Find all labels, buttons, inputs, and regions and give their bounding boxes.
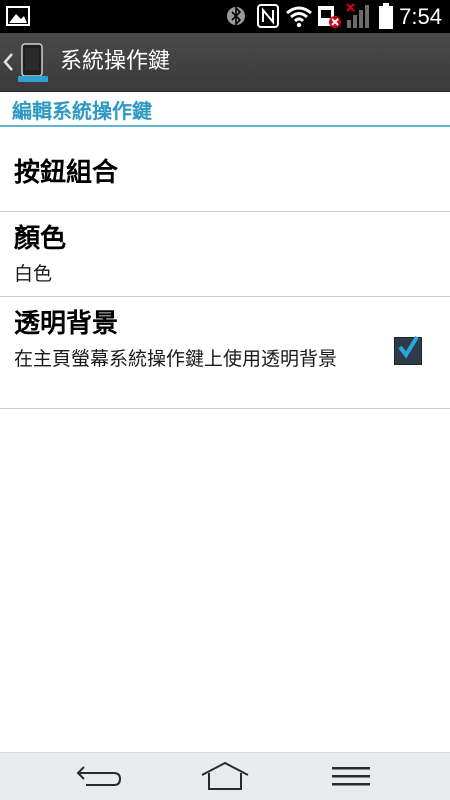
setting-color[interactable]: 顏色 白色 <box>0 212 450 297</box>
status-bar: 7:54 <box>0 0 450 33</box>
navigation-bar <box>0 752 450 800</box>
setting-transparent-background[interactable]: 透明背景 在主頁螢幕系統操作鍵上使用透明背景 <box>0 297 450 409</box>
transparent-background-checkbox[interactable] <box>394 335 422 365</box>
wifi-icon <box>285 0 313 33</box>
bluetooth-icon <box>226 0 246 33</box>
back-icon[interactable] <box>76 761 124 797</box>
setting-title: 顏色 <box>14 224 67 254</box>
sim-error-icon <box>316 0 342 33</box>
page-title: 系統操作鍵 <box>60 49 171 74</box>
action-bar: 系統操作鍵 <box>0 33 450 92</box>
nfc-icon <box>256 0 280 33</box>
image-notification-icon <box>6 0 30 33</box>
section-header-text: 編輯系統操作鍵 <box>12 99 152 123</box>
menu-icon[interactable] <box>330 761 372 797</box>
status-time: 7:54 <box>399 4 442 29</box>
setting-title: 透明背景 <box>14 309 119 339</box>
setting-summary: 在主頁螢幕系統操作鍵上使用透明背景 <box>14 348 338 370</box>
section-header: 編輯系統操作鍵 <box>0 92 450 128</box>
back-chevron-icon[interactable] <box>2 51 14 77</box>
screen: 7:54 系統操作鍵 編輯系統操作鍵 按鈕組合 顏色 白色 透明背景 在主頁螢幕… <box>0 0 450 800</box>
setting-title: 按鈕組合 <box>14 158 119 188</box>
signal-icon <box>345 0 373 33</box>
setting-summary: 白色 <box>14 263 53 285</box>
battery-icon <box>377 0 395 33</box>
home-icon[interactable] <box>200 761 250 797</box>
section-divider <box>0 125 450 127</box>
setting-button-combination[interactable]: 按鈕組合 <box>0 128 450 212</box>
phone-settings-icon[interactable] <box>15 42 51 88</box>
